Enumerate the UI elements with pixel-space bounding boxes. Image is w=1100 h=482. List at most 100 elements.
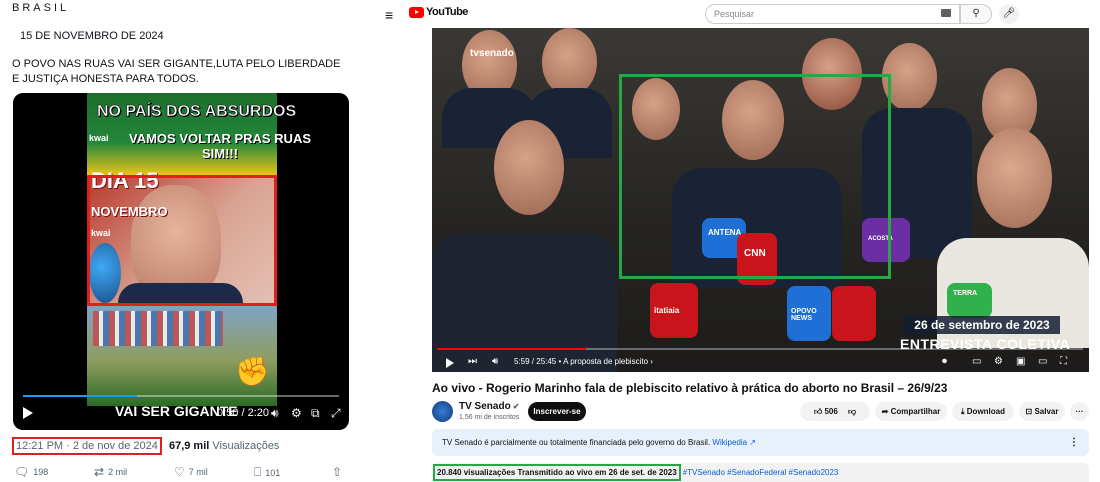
mic-label-opovo: OPOVO NEWS [791,308,817,322]
share-icon: ➦ [881,407,889,416]
raised-fist-icon: ✊ [235,356,270,387]
bookmark-icon: ⎕ [254,465,262,479]
views-count: 67,9 mil [168,440,210,452]
video-progress-bar[interactable] [437,348,1083,350]
download-icon: ⤓ [961,407,965,416]
bookmark-button[interactable]: ⎕ 101 [254,465,280,480]
fullscreen-icon[interactable]: ⤢ [331,406,341,421]
post-text: O POVO NAS RUAS VAI SER GIGANTE,LUTA PEL… [12,58,341,85]
tvsenado-watermark: tvsenado [470,48,514,59]
next-icon[interactable]: ⏭ [468,356,477,367]
autoplay-toggle-icon[interactable]: ⏺ [942,356,947,367]
bookmark-count: 101 [265,467,281,478]
play-icon[interactable] [446,358,454,368]
video-progress-fill [23,395,137,397]
tweet-actions: 🗨︎ 198 ⇄ 2 mil ♡ 7 mil ⎕ 101 ⇧ [14,465,349,481]
subscribe-button[interactable]: Inscrever-se [528,402,586,421]
video-description[interactable]: 20.840 visualizações Transmitido ao vivo… [432,463,1089,482]
channel-row: TV Senado ✔ 1,56 mi de inscritos Inscreve… [432,400,1089,424]
volume-icon[interactable]: 🔊︎ [271,406,279,421]
share-button[interactable]: ⇧ [332,465,342,479]
funding-info-banner: TV Senado é parcialmente ou totalmente f… [432,429,1089,456]
profile-name-fragment: BRASIL [12,2,70,14]
screenshot-composite: BRASIL 15 DE NOVEMBRO DE 2024 O POVO NAS… [0,0,1100,482]
microphone-icon[interactable]: 🎤︎ [999,4,1019,24]
youtube-logo-text: YouTube [426,6,468,18]
repost-icon: ⇄ [94,465,105,479]
thumbs-up-icon[interactable]: 👍︎ [814,407,822,416]
description-hashtags[interactable]: #TVSenado #SenadoFederal #Senado2023 [683,468,839,477]
hamburger-menu-icon[interactable]: ≡ [385,7,393,23]
kwai-watermark: kwai [89,133,109,143]
mic-label-itatiaia: itatiaia [654,306,680,315]
description-stats: 20.840 visualizações Transmitido ao vivo… [433,464,681,481]
reply-icon: 🗨︎ [14,465,30,479]
repost-count: 2 mil [108,467,128,477]
save-button[interactable]: ⊡ Salvar [1019,402,1065,421]
video-overlay-call-line1: VAMOS VOLTAR PRAS RUAS [129,131,312,146]
video-overlay-title: NO PAÍS DOS ABSURDOS [97,103,297,121]
more-actions-button[interactable]: ··· [1070,402,1089,421]
youtube-play-logo-icon [409,6,424,18]
like-button[interactable]: ♡ 7 mil [174,465,208,479]
search-icon: ⚲ [972,8,980,19]
youtube-panel: ≡ YouTube Pesquisar ⚲ 🎤︎ ANTENA CNN ACOS… [375,0,1100,482]
video-chapter[interactable]: • A proposta de plebiscito › [559,357,653,366]
repost-button[interactable]: ⇄ 2 mil [94,465,127,479]
person-suit [432,233,617,372]
reply-button[interactable]: 🗨︎ 198 [14,465,48,479]
heart-icon: ♡ [174,465,185,479]
video-overlay-call-line2: SIM!!! [201,146,239,161]
fullscreen-icon[interactable]: ⛶ [1060,356,1067,367]
wikipedia-link[interactable]: Wikipedia ↗ [712,438,756,447]
video-progress-bar[interactable] [23,395,339,397]
video-controls: ⏭ 🔊︎ 5:59 / 25:45 • A proposta de plebis… [442,355,1082,369]
video-time-value: 5:59 / 25:45 [514,357,557,366]
theater-mode-icon[interactable]: ▭ [1038,356,1047,367]
search-input[interactable]: Pesquisar [705,4,960,24]
more-options-icon[interactable]: ⋮ [1069,429,1079,456]
search-button[interactable]: ⚲ [960,4,992,24]
views-label: Visualizações [212,440,280,452]
verified-icon: ✔ [512,402,520,411]
share-icon: ⇧ [332,465,343,479]
video-controls: 0:50 / 2:20 🔊︎ ⚙ ⧉ ⤢ [21,405,341,425]
settings-icon[interactable]: ⚙ [291,406,302,420]
subscriber-count: 1,56 mi de inscritos [459,414,520,421]
tweet-panel: BRASIL 15 DE NOVEMBRO DE 2024 O POVO NAS… [0,0,365,482]
like-dislike-group: 👍︎ 506 👎︎ [800,402,870,421]
youtube-logo[interactable]: YouTube [409,6,468,18]
video-date-overlay: 26 de setembro de 2023 [904,316,1060,334]
microphone-red [832,286,876,341]
video-overlay-call: VAMOS VOLTAR PRAS RUAS SIM!!! [129,131,311,161]
crowd-flags [93,311,223,346]
funding-info-text: TV Senado é parcialmente ou totalmente f… [442,438,711,447]
picture-in-picture-icon[interactable]: ⧉ [311,406,320,421]
video-title: Ao vivo - Rogerio Marinho fala de plebis… [432,381,948,395]
person-head [977,128,1052,228]
video-time: 0:50 / 2:20 [217,407,269,419]
youtube-video-player[interactable]: ANTENA CNN ACOSTA itatiaia OPOVO NEWS TE… [432,28,1089,372]
thumbs-down-icon[interactable]: 👎︎ [848,407,856,416]
person-head [494,120,564,215]
channel-name[interactable]: TV Senado ✔ [459,401,519,412]
channel-avatar[interactable] [432,401,453,422]
volume-icon[interactable]: 🔊︎ [492,356,498,367]
highlight-box-speaker [87,175,277,306]
play-icon[interactable] [23,407,33,419]
miniplayer-icon[interactable]: ▣ [1016,356,1025,367]
person-head [542,28,597,96]
highlight-box-speaker [619,74,891,279]
save-label: Salvar [1034,407,1059,416]
subtitles-icon[interactable]: ▭ [972,356,981,367]
like-count[interactable]: 506 [824,407,837,416]
share-button[interactable]: ➦ Compartilhar [875,402,947,421]
download-button[interactable]: ⤓ Download [952,402,1014,421]
settings-icon[interactable]: ⚙ [994,356,1003,367]
post-date-line: 15 DE NOVEMBRO DE 2024 [20,30,164,42]
tweet-video-player[interactable]: NO PAÍS DOS ABSURDOS kwai VAMOS VOLTAR P… [13,93,349,430]
channel-name-text[interactable]: TV Senado [459,401,511,412]
tweet-timestamp[interactable]: 12:21 PM · 2 de nov de 2024 [12,437,162,455]
keyboard-icon[interactable] [941,9,951,17]
share-label: Compartilhar [890,407,941,416]
